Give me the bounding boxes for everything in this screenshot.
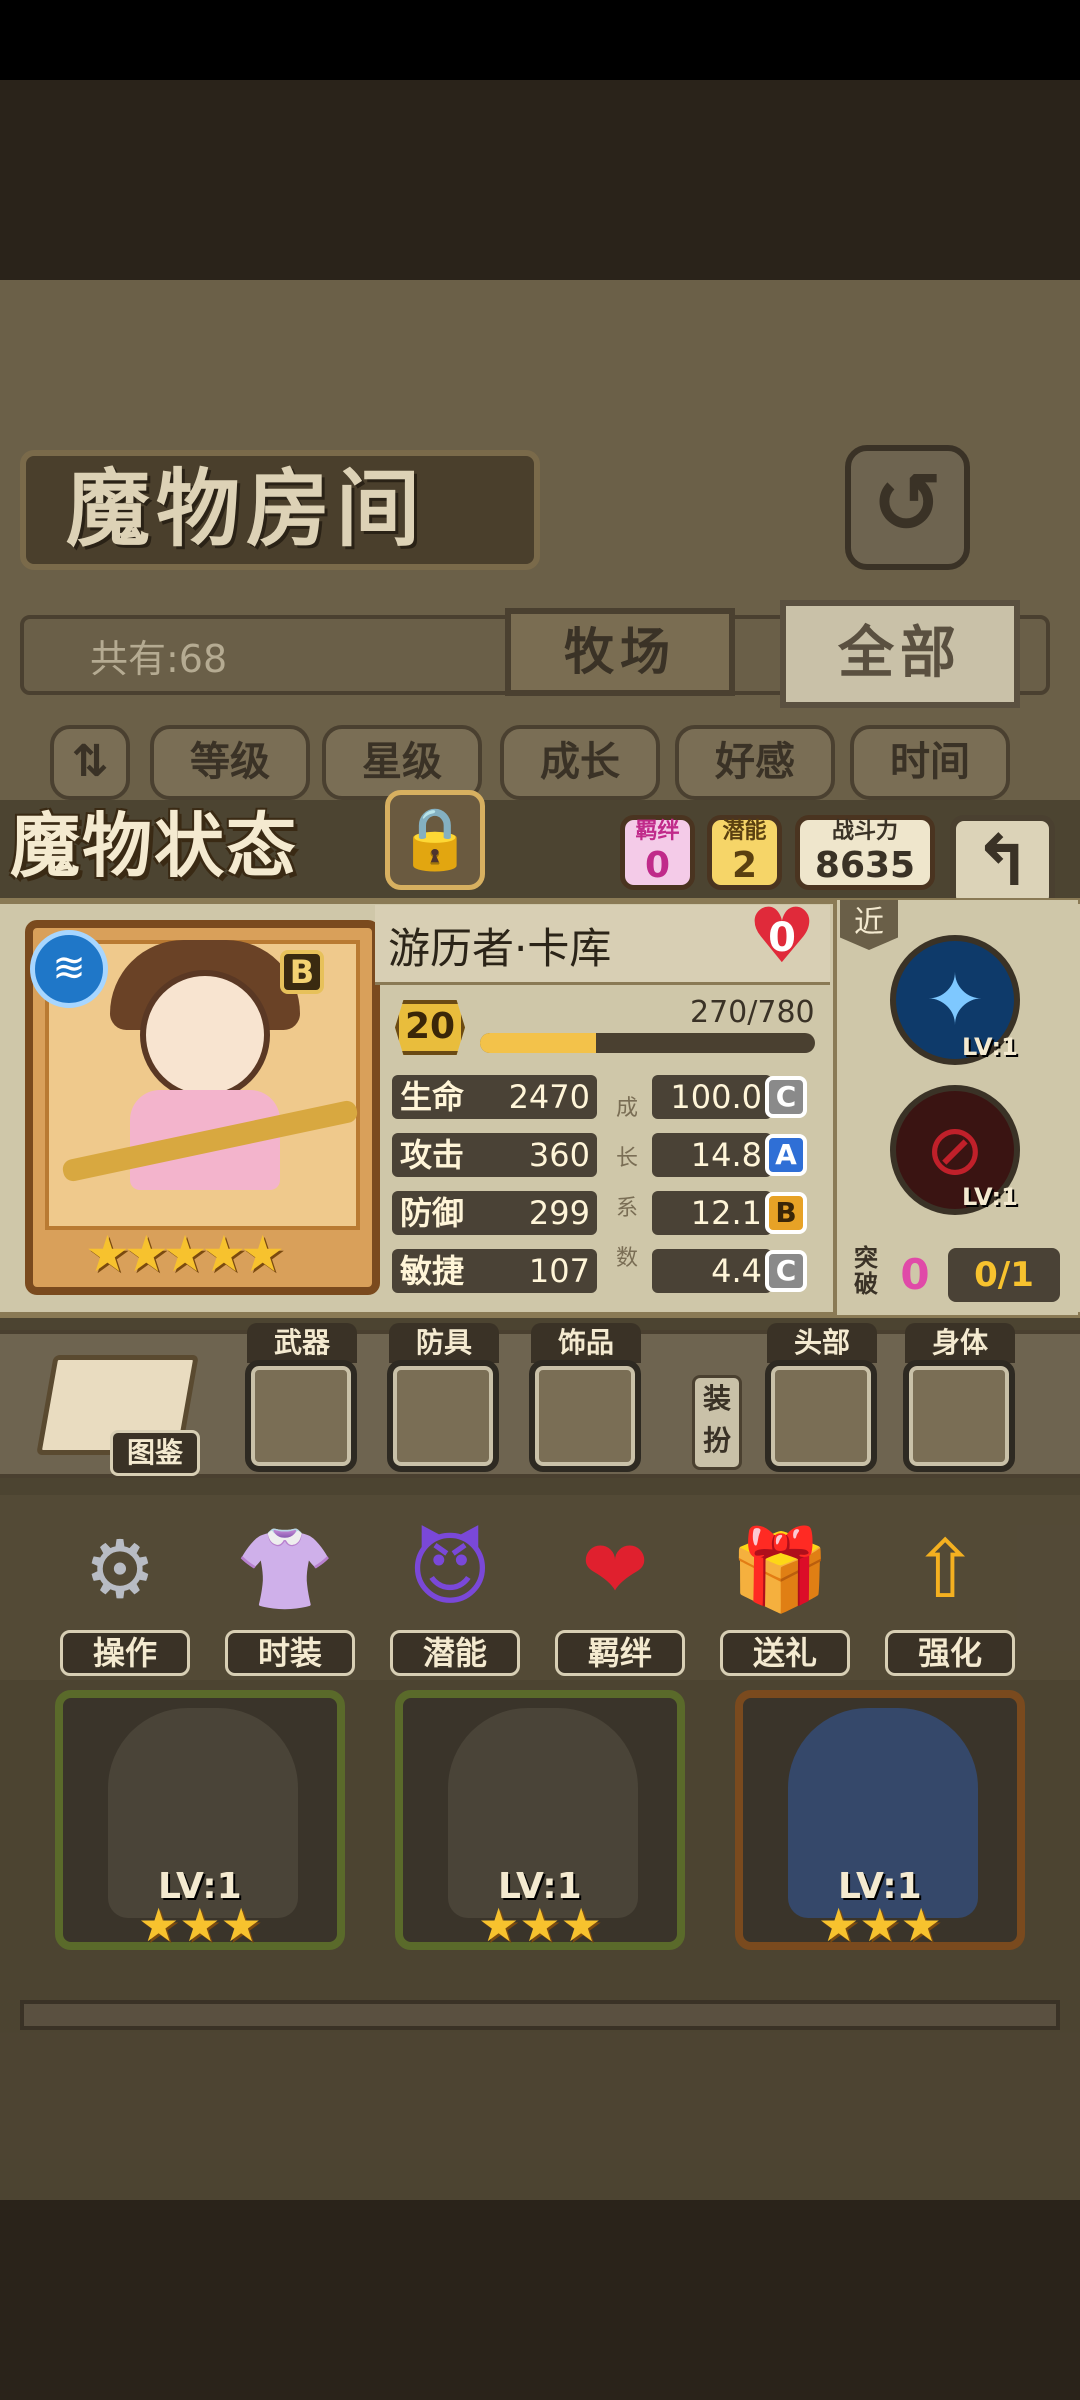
tab-farm[interactable]: 牧场 [505,608,735,696]
room-frame-bottom [20,2000,1060,2030]
star-rating: ★★★★★ [85,1225,285,1283]
action-bond-button[interactable]: ❤ 羁绊 [555,1510,685,1685]
sort-order-button[interactable]: ⇅ [50,725,130,800]
action-outfit-label: 时装 [225,1630,355,1676]
room-back-button[interactable]: ↺ [845,445,970,570]
monster-card[interactable]: LV:1 ★★★ [735,1690,1025,1952]
bond-value: 0 [644,845,671,886]
card-stars: ★★★ [818,1898,942,1952]
growth-atk-grade: A [765,1134,807,1176]
sort-time-button[interactable]: 时间 [850,725,1010,800]
stat-agi-value: 107 [528,1252,590,1290]
slot-weapon[interactable] [245,1360,357,1472]
slot-weapon-label: 武器 [247,1323,357,1363]
action-upgrade-button[interactable]: ⇧ 强化 [885,1510,1015,1685]
action-outfit-button[interactable]: 👚 时装 [225,1510,355,1685]
demon-icon: 😈 [408,1523,492,1616]
breakthrough-progress[interactable]: 0/1 [948,1248,1060,1302]
water-wave-icon: ≋ [30,930,108,1008]
action-upgrade-label: 强化 [885,1630,1015,1676]
bond-label: 羁绊 [635,819,680,844]
exp-bar [480,1033,815,1053]
sort-star-button[interactable]: 星级 [322,725,482,800]
stat-hp-value: 2470 [508,1078,590,1116]
action-potential-button[interactable]: 😈 潜能 [390,1510,520,1685]
slot-head[interactable] [765,1360,877,1472]
dress-up-button[interactable]: 装扮 [692,1375,742,1470]
action-gift-button[interactable]: 🎁 送礼 [720,1510,850,1685]
skill-2-level: LV:1 [962,1183,1018,1211]
growth-atk-value: 14.8 [652,1133,772,1177]
lock-button[interactable]: 🔒 [385,790,485,890]
sort-growth-button[interactable]: 成长 [500,725,660,800]
slot-armor-label: 防具 [389,1323,499,1363]
growth-def-grade: B [765,1192,807,1234]
level-badge: 20 [395,1000,465,1055]
action-potential-label: 潜能 [390,1630,520,1676]
growth-hp-grade: C [765,1076,807,1118]
monster-portrait[interactable] [140,970,270,1100]
card-stars: ★★★ [138,1898,262,1952]
grade-badge: B [280,950,324,994]
growth-caption-3: 系 [615,1196,638,1221]
stat-atk-value: 360 [528,1136,590,1174]
power-label: 战斗力 [831,819,898,844]
power-counter: 战斗力 8635 [795,815,935,890]
status-bar [0,0,1080,80]
growth-caption-4: 数 [615,1246,638,1271]
growth-caption-1: 成 [615,1096,638,1121]
growth-agi-grade: C [765,1250,807,1292]
gear-icon: ⚙ [84,1523,156,1616]
stat-def-value: 299 [528,1194,590,1232]
growth-def-value: 12.1 [652,1191,772,1235]
slot-body[interactable] [903,1360,1015,1472]
upgrade-arrows-icon: ⇧ [911,1523,979,1616]
bond-counter: 羁绊 0 [620,815,695,890]
slot-body-label: 身体 [905,1323,1015,1363]
slot-head-label: 头部 [767,1323,877,1363]
skill-1-level: LV:1 [962,1033,1018,1061]
card-stars: ★★★ [478,1898,602,1952]
status-back-button[interactable]: ↰ [950,815,1055,910]
potential-value: 2 [731,845,758,886]
sort-level-button[interactable]: 等级 [150,725,310,800]
potential-counter: 潜能 2 [707,815,782,890]
gift-icon: 🎁 [730,1523,830,1616]
growth-caption-2: 长 [615,1146,638,1171]
monster-card[interactable]: LV:1 ★★★ [395,1690,685,1952]
slot-accessory[interactable] [529,1360,641,1472]
monster-name: 游历者·卡库 [388,924,612,973]
exp-text: 270/780 [690,995,815,1030]
status-title: 魔物状态 [10,805,298,887]
slot-armor[interactable] [387,1360,499,1472]
monster-card[interactable]: LV:1 ★★★ [55,1690,345,1952]
exp-bar-fill [480,1033,596,1053]
tab-all[interactable]: 全部 [780,600,1020,708]
monster-count: 共有:68 [90,637,228,681]
growth-hp-value: 100.0 [652,1075,772,1119]
affection-value: 0 [768,915,796,961]
action-gift-label: 送礼 [720,1630,850,1676]
background-top [0,80,1080,280]
potential-label: 潜能 [722,819,767,844]
action-bond-label: 羁绊 [555,1630,685,1676]
hearts-icon: ❤ [581,1523,649,1616]
power-value: 8635 [814,845,916,886]
sort-affection-button[interactable]: 好感 [675,725,835,800]
slot-accessory-label: 饰品 [531,1323,641,1363]
growth-agi-value: 4.4 [652,1249,772,1293]
outfit-icon: 👚 [235,1523,335,1616]
sort-toggle-icon: ⇅ [71,736,109,787]
action-operate-button[interactable]: ⚙ 操作 [60,1510,190,1685]
dex-button[interactable]: 图鉴 [110,1430,200,1476]
back-arrow-icon: ↺ [872,454,943,552]
action-operate-label: 操作 [60,1630,190,1676]
background-bottom [0,2200,1080,2400]
breakthrough-label: 突破 [854,1244,878,1298]
room-title: 魔物房间 [20,450,540,570]
lock-icon: 🔒 [397,804,473,874]
back-arrow-icon: ↰ [973,820,1032,902]
breakthrough-value: 0 [900,1250,930,1299]
